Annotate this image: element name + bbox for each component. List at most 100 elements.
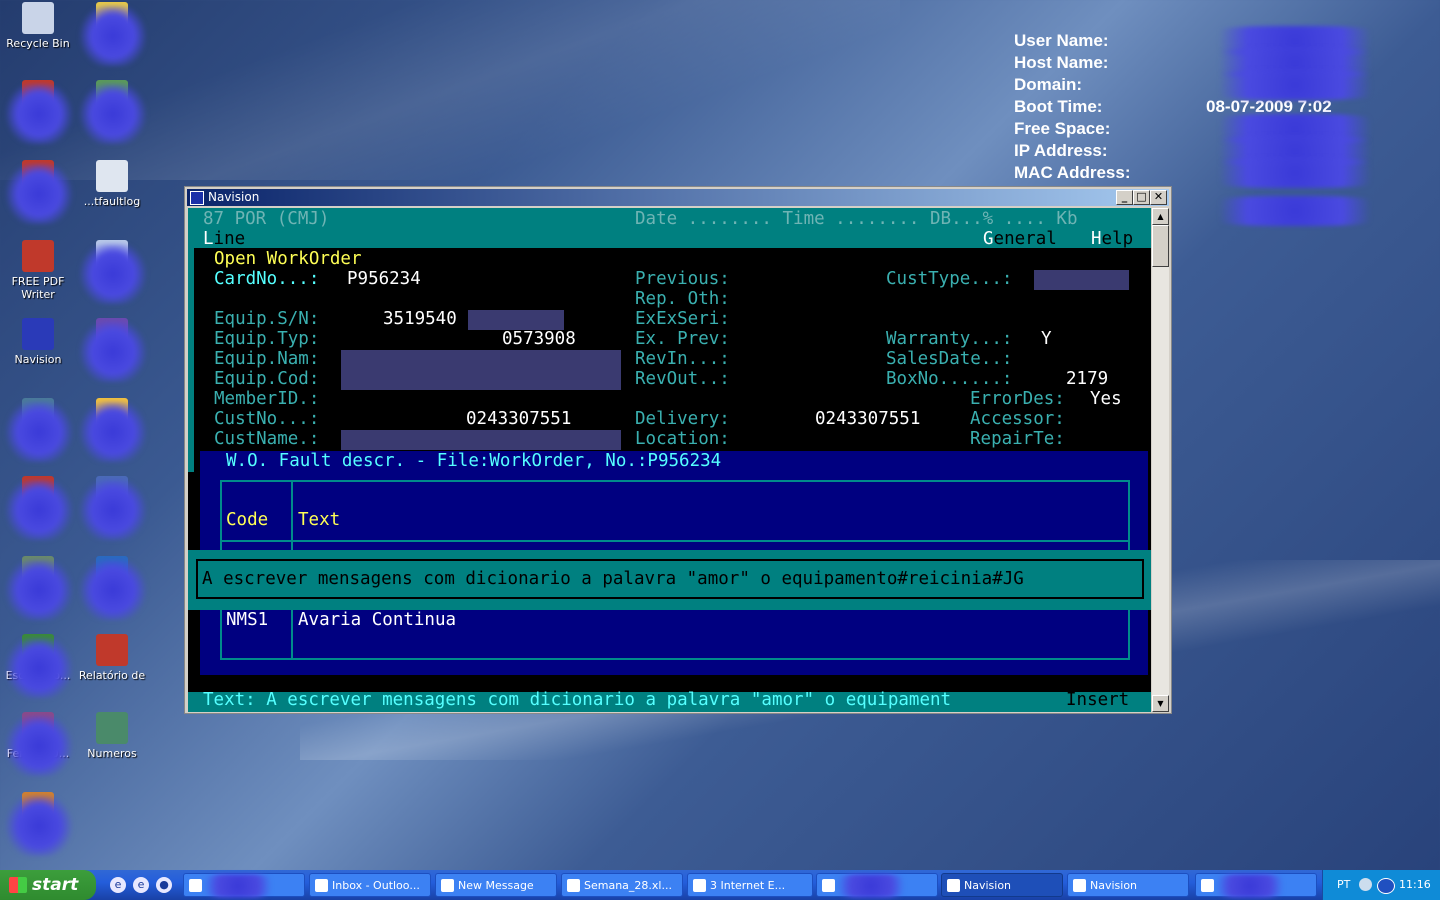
menu-general[interactable]: General — [983, 229, 1057, 249]
redacted-custtype — [1034, 270, 1129, 290]
taskbar-button[interactable]: Navision — [941, 873, 1063, 897]
desktop-icon-label: Numeros — [87, 747, 137, 760]
redacted-serial — [468, 310, 564, 330]
outlook-quicklaunch-icon[interactable]: e — [133, 877, 149, 893]
menu-line[interactable]: Line — [203, 229, 245, 249]
redaction-scribble — [2, 796, 76, 856]
taskbar-app-icon — [1073, 879, 1086, 892]
desktop-icon[interactable]: Relatório de — [74, 634, 150, 682]
maximize-button[interactable]: □ — [1133, 190, 1150, 205]
menu-help-rest: elp — [1101, 229, 1134, 249]
row-code[interactable]: NMS1 — [226, 610, 268, 630]
field-label: RevIn...: — [635, 349, 730, 369]
field-value[interactable]: Yes — [1090, 389, 1122, 409]
navision-window[interactable]: Navision _ □ ✕ 87 POR (CMJ) Date .......… — [184, 186, 1172, 714]
bginfo-key: Host Name: — [1014, 53, 1109, 72]
field-label: ErrorDes: — [970, 389, 1065, 409]
minimize-button[interactable]: _ — [1116, 190, 1133, 205]
field-value[interactable]: 0243307551 — [815, 409, 920, 429]
taskbar-button[interactable]: New Message — [435, 873, 557, 897]
field-label: RepairTe: — [970, 429, 1065, 449]
bginfo-panel: User Name: Host Name: Domain: Boot Time: 08-… — [1014, 26, 1400, 226]
edit-field[interactable]: A escrever mensagens com dicionario a pa… — [202, 569, 1024, 589]
header-code: Code — [226, 510, 269, 530]
redaction-scribble — [1190, 70, 1400, 100]
desktop-icon-image — [96, 634, 128, 666]
redaction-scribble — [76, 84, 150, 144]
window-titlebar[interactable]: Navision _ □ ✕ — [187, 189, 1169, 206]
scroll-up-icon[interactable]: ▲ — [1152, 208, 1169, 225]
taskbar-button-label: Semana_28.xl... — [584, 879, 672, 892]
taskbar-button-label: Navision — [964, 879, 1012, 892]
taskbar-button-label: 3 Internet E... — [710, 879, 786, 892]
field-value[interactable]: 0243307551 — [466, 409, 571, 429]
vertical-scrollbar[interactable]: ▲ ▼ — [1152, 208, 1169, 712]
start-button[interactable]: start — [0, 870, 96, 900]
field-label: Ex. Prev: — [635, 329, 730, 349]
field-label: Warranty...: — [886, 329, 1013, 349]
field-label: CustType...: — [886, 269, 1013, 289]
header-separator — [220, 540, 1130, 542]
field-label: RevOut..: — [635, 369, 730, 389]
taskbar-button[interactable]: Navision — [1067, 873, 1189, 897]
ie-quicklaunch-icon[interactable]: e — [110, 877, 126, 893]
field-label: Equip.Cod: — [214, 369, 320, 389]
bginfo-key: Boot Time: — [1014, 97, 1103, 116]
redaction-scribble — [76, 322, 150, 382]
field-label: ExExSeri: — [635, 309, 730, 329]
redaction-scribble — [1190, 158, 1400, 188]
field-value[interactable]: 0573908 — [502, 329, 576, 349]
taskbar-button-label: New Message — [458, 879, 534, 892]
card-value[interactable]: P956234 — [347, 269, 421, 289]
taskbar-button[interactable]: Semana_28.xl... — [561, 873, 683, 897]
field-label: Accessor: — [970, 409, 1065, 429]
bginfo-key: Free Space: — [1014, 119, 1111, 138]
desktop-icon[interactable]: ...tfaultlog — [74, 160, 150, 208]
desktop-icon[interactable]: Numeros — [74, 712, 150, 760]
redaction-scribble — [2, 402, 76, 462]
close-button[interactable]: ✕ — [1150, 190, 1167, 205]
field-value[interactable]: 3519540 — [383, 309, 457, 329]
row-text[interactable]: Avaria Continua — [298, 610, 456, 630]
language-indicator[interactable]: PT — [1337, 870, 1350, 900]
media-quicklaunch-icon[interactable]: ● — [156, 877, 172, 893]
redaction-scribble — [193, 874, 283, 898]
taskbar-button[interactable]: Inbox - Outloo... — [309, 873, 431, 897]
desktop-icon-label: Recycle Bin — [6, 37, 70, 50]
field-label: Previous: — [635, 269, 730, 289]
taskbar: start e e ● Inbox - Outloo... New Message… — [0, 870, 1440, 900]
scroll-down-icon[interactable]: ▼ — [1152, 695, 1169, 712]
desktop-icon[interactable]: Navision — [0, 318, 76, 366]
redaction-scribble — [76, 560, 150, 620]
field-label: SalesDate..: — [886, 349, 1013, 369]
status-right: Date ........ Time ........ DB...% .... … — [635, 209, 1078, 229]
desktop-icon[interactable]: FREE PDF Writer — [0, 240, 76, 301]
field-value[interactable]: 2179 — [1066, 369, 1108, 389]
field-value[interactable]: Y — [1041, 329, 1052, 349]
redacted-equip-name — [341, 350, 621, 370]
menu-help[interactable]: Help — [1091, 229, 1133, 249]
field-label: Rep. Oth: — [635, 289, 730, 309]
taskbar-button[interactable]: 3 Internet E... — [687, 873, 813, 897]
redacted-cust-name — [341, 430, 621, 450]
field-label: BoxNo......: — [886, 369, 1013, 389]
menu-line-rest: ine — [213, 229, 246, 249]
redaction-scribble — [1205, 874, 1295, 898]
taskbar-button-label: Navision — [1090, 879, 1138, 892]
tray-arrow-icon[interactable] — [1359, 878, 1372, 891]
redaction-scribble — [2, 560, 76, 620]
network-icon[interactable] — [1377, 878, 1395, 894]
redaction-scribble — [76, 244, 150, 304]
hotkey-l: L — [203, 229, 214, 249]
scroll-thumb[interactable] — [1152, 225, 1169, 267]
bginfo-key: MAC Address: — [1014, 163, 1131, 182]
desktop-icon[interactable]: Recycle Bin — [0, 2, 76, 50]
taskbar-app-icon — [947, 879, 960, 892]
navision-app-icon — [190, 191, 204, 205]
status-left: 87 POR (CMJ) — [203, 209, 330, 229]
field-label: Equip.Typ: — [214, 329, 320, 349]
clock: 11:16 — [1399, 878, 1431, 891]
insert-mode: Insert — [1066, 690, 1130, 710]
redaction-scribble — [2, 480, 76, 540]
terminal-screen[interactable]: 87 POR (CMJ) Date ........ Time ........… — [188, 208, 1151, 712]
